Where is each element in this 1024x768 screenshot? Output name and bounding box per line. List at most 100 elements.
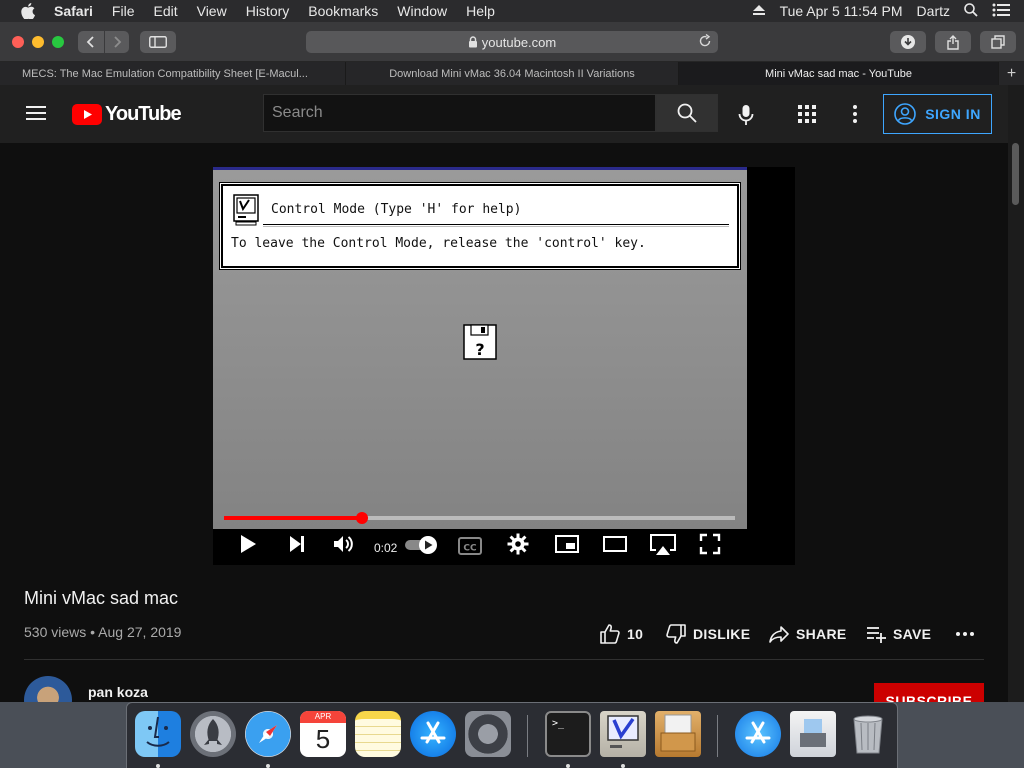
video-controls: 0:02 CC (213, 525, 747, 565)
theater-mode-button[interactable] (602, 533, 628, 555)
zoom-window-button[interactable] (52, 36, 64, 48)
miniplayer-icon (555, 535, 579, 553)
video-player[interactable]: Control Mode (Type 'H' for help) To leav… (213, 167, 795, 565)
share-page-button[interactable] (935, 31, 971, 53)
dislike-button[interactable]: DISLIKE (665, 622, 750, 646)
add-to-playlist-icon (867, 627, 886, 643)
thumbs-up-icon (600, 624, 620, 644)
play-icon (241, 535, 256, 553)
guide-menu-icon[interactable] (26, 105, 46, 121)
airplay-button[interactable] (649, 533, 677, 557)
settings-more-icon[interactable] (851, 104, 859, 129)
video-progress-bar[interactable] (224, 512, 735, 524)
autoplay-toggle[interactable] (404, 535, 438, 555)
tab-mecs[interactable]: MECS: The Mac Emulation Compatibility Sh… (0, 62, 346, 85)
captions-button[interactable]: CC (458, 537, 482, 555)
like-button[interactable]: 10 (599, 622, 643, 646)
show-tabs-button[interactable] (980, 31, 1016, 53)
youtube-logo[interactable]: YouTube (72, 103, 182, 126)
forward-button[interactable] (105, 31, 129, 53)
sign-in-label: SIGN IN (925, 106, 981, 122)
channel-name[interactable]: pan koza (88, 684, 148, 700)
tab-bar: MECS: The Mac Emulation Compatibility Sh… (0, 62, 1024, 85)
calendar-icon[interactable]: APR 5 (300, 711, 346, 757)
play-button[interactable] (237, 533, 259, 555)
chevron-left-icon (86, 36, 94, 48)
downloads-button[interactable] (890, 31, 926, 53)
app-store-folder-icon[interactable] (735, 711, 781, 757)
terminal-icon[interactable]: >_ (545, 711, 591, 757)
video-scrubber-handle[interactable] (355, 512, 368, 524)
menu-bookmarks[interactable]: Bookmarks (308, 3, 378, 19)
menu-window[interactable]: Window (397, 3, 447, 19)
save-button[interactable]: SAVE (865, 622, 931, 646)
new-tab-button[interactable]: + (999, 62, 1024, 85)
notes-icon[interactable] (355, 711, 401, 757)
reload-icon[interactable] (698, 33, 712, 51)
app-store-icon[interactable] (410, 711, 456, 757)
theater-mode-icon (603, 536, 627, 552)
gear-icon (507, 533, 529, 555)
calendar-day: 5 (315, 724, 331, 754)
tab-youtube-active[interactable]: Mini vMac sad mac - YouTube (679, 62, 999, 85)
youtube-header: YouTube Search SIGN IN (0, 85, 1008, 143)
search-placeholder: Search (272, 104, 323, 121)
archive-utility-icon[interactable] (655, 711, 701, 757)
apple-menu-icon[interactable] (18, 1, 38, 21)
menu-history[interactable]: History (246, 3, 290, 19)
dock-separator (527, 715, 528, 757)
mini-vmac-icon[interactable] (600, 711, 646, 757)
menu-view[interactable]: View (197, 3, 227, 19)
fullscreen-button[interactable] (699, 533, 721, 555)
dialog-divider (263, 224, 729, 225)
fullscreen-icon (699, 533, 721, 555)
spotlight-search-icon[interactable] (964, 2, 978, 20)
share-icon (947, 34, 959, 50)
menu-user[interactable]: Dartz (917, 3, 950, 19)
sidebar-toggle-button[interactable] (140, 31, 176, 53)
close-window-button[interactable] (12, 36, 24, 48)
miniplayer-button[interactable] (554, 533, 580, 555)
next-video-button[interactable] (286, 533, 308, 555)
video-progress-played (224, 516, 362, 520)
finder-icon[interactable] (135, 711, 181, 757)
notification-center-icon[interactable] (992, 3, 1010, 20)
tab-label: MECS: The Mac Emulation Compatibility Sh… (22, 67, 308, 80)
youtube-apps-icon[interactable] (798, 105, 816, 128)
menu-help[interactable]: Help (466, 3, 495, 19)
preview-icon[interactable] (790, 711, 836, 757)
dock-running-indicator (621, 764, 625, 768)
menu-clock[interactable]: Tue Apr 5 11:54 PM (780, 3, 903, 19)
menu-app-name[interactable]: Safari (54, 3, 93, 19)
search-input[interactable]: Search (263, 94, 656, 132)
sign-in-button[interactable]: SIGN IN (883, 94, 992, 134)
back-button[interactable] (78, 31, 104, 53)
search-button[interactable] (656, 94, 718, 132)
eject-icon[interactable] (752, 3, 766, 19)
safari-icon[interactable] (245, 711, 291, 757)
share-button[interactable]: SHARE (768, 622, 847, 646)
skip-next-icon (290, 536, 304, 552)
menu-file[interactable]: File (112, 3, 135, 19)
video-settings-button[interactable] (507, 533, 529, 555)
system-preferences-icon[interactable] (465, 711, 511, 757)
page-scrollbar-thumb[interactable] (1012, 143, 1019, 205)
more-actions-icon[interactable] (956, 622, 980, 646)
address-bar[interactable]: youtube.com (306, 31, 718, 53)
safari-toolbar: youtube.com (0, 22, 1024, 62)
video-time: 0:02 (374, 541, 398, 555)
launchpad-icon[interactable] (190, 711, 236, 757)
mute-button[interactable] (332, 533, 356, 555)
thumbs-down-icon (666, 624, 686, 644)
mini-vmac-dialog-icon (233, 194, 259, 226)
menu-edit[interactable]: Edit (153, 3, 177, 19)
voice-search-icon[interactable] (736, 104, 756, 131)
emulator-screen: Control Mode (Type 'H' for help) To leav… (213, 167, 747, 529)
menu-bar: Safari File Edit View History Bookmarks … (0, 0, 1024, 22)
minimize-window-button[interactable] (32, 36, 44, 48)
download-icon (901, 35, 915, 49)
dialog-title: Control Mode (Type 'H' for help) (271, 202, 522, 217)
dock-running-indicator (156, 764, 160, 768)
tab-mini-vmac-download[interactable]: Download Mini vMac 36.04 Macintosh II Va… (346, 62, 679, 85)
trash-icon[interactable] (845, 711, 891, 757)
